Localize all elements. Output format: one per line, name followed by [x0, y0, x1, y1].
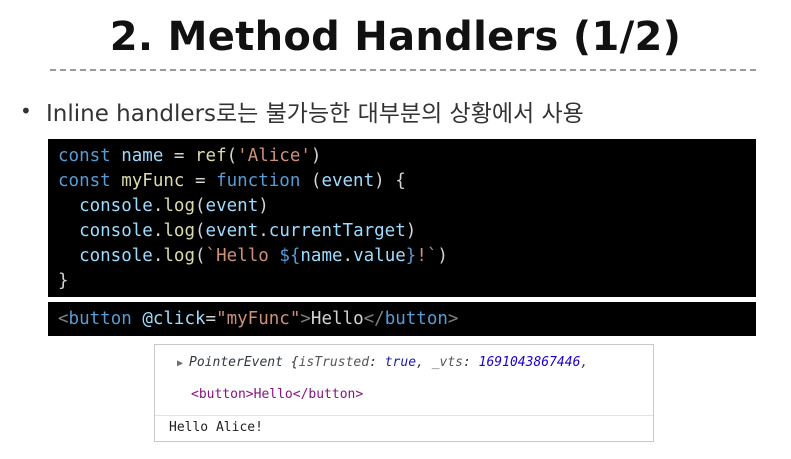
code-line-4: console.log(event.currentTarget)	[58, 219, 746, 244]
code-token: )	[437, 246, 448, 266]
code-token: currentTarget	[268, 221, 406, 241]
console-output-panel: ▶ PointerEvent {isTrusted: true, _vts: 16…	[154, 344, 654, 442]
code-token: )	[310, 146, 322, 166]
console-token: ,	[416, 355, 432, 370]
code-token: =	[205, 309, 217, 329]
code-token: =	[163, 146, 195, 166]
code-token: )	[258, 196, 269, 216]
code-token: 'Alice'	[237, 146, 311, 166]
code-token: value	[353, 246, 406, 266]
code-token: const	[58, 171, 111, 191]
console-token: :	[463, 355, 479, 370]
code-token: event	[205, 221, 259, 241]
expand-triangle-icon[interactable]: ▶	[177, 358, 183, 369]
code-token: log	[163, 246, 195, 266]
code-token: name	[121, 146, 164, 166]
code-token: .	[258, 221, 269, 241]
code-line-1: const name = ref('Alice')	[58, 144, 746, 169]
console-row-text: Hello Alice!	[155, 415, 653, 435]
title-divider	[50, 69, 756, 71]
code-token: event	[321, 171, 375, 191]
code-token: !`	[416, 246, 438, 266]
console-row-event[interactable]: ▶ PointerEvent {isTrusted: true, _vts: 16…	[177, 355, 653, 370]
code-token: .	[152, 246, 164, 266]
script-code-block: const name = ref('Alice') const myFunc = …	[48, 139, 756, 297]
code-token: (	[226, 146, 238, 166]
code-token: button	[384, 309, 448, 329]
console-token: :	[369, 355, 385, 370]
code-token: log	[163, 196, 195, 216]
code-token: @click	[142, 309, 206, 329]
code-token: >	[447, 309, 459, 329]
code-token: >	[300, 309, 311, 329]
code-token: console	[79, 221, 153, 241]
code-line-6: }	[58, 271, 69, 291]
code-token: const	[58, 146, 111, 166]
code-token: ${	[279, 246, 301, 266]
template-code-block: <button @click="myFunc">Hello</button>	[48, 302, 756, 336]
code-token: console	[79, 246, 153, 266]
code-token: name	[300, 246, 343, 266]
code-token: `Hello	[205, 246, 280, 266]
code-token: .	[342, 246, 354, 266]
console-token: true	[384, 355, 417, 370]
code-token: (	[300, 171, 322, 191]
code-token: =	[184, 171, 217, 191]
slide-title: 2. Method Handlers (1/2)	[109, 14, 682, 60]
code-token: function	[216, 171, 301, 191]
code-token: (	[195, 196, 206, 216]
code-token: (	[195, 221, 206, 241]
code-token: Hello	[310, 309, 364, 329]
code-token: </	[363, 309, 385, 329]
console-row-element[interactable]: <button>Hello</button>	[191, 387, 653, 402]
console-token: ,	[580, 355, 589, 370]
console-token: {	[282, 355, 299, 370]
code-token: }	[405, 246, 417, 266]
console-token: PointerEvent	[189, 355, 283, 370]
code-token: ) {	[374, 171, 406, 191]
code-token: .	[152, 196, 164, 216]
code-token: log	[163, 221, 195, 241]
code-token: ref	[195, 146, 227, 166]
code-token: .	[152, 221, 164, 241]
code-token: event	[205, 196, 259, 216]
code-token: <	[58, 309, 69, 329]
code-token: (	[195, 246, 206, 266]
console-token: isTrusted	[298, 355, 370, 370]
bullet-dot-icon: •	[20, 99, 32, 123]
code-line-5: console.log(`Hello ${name.value}!`)	[58, 244, 746, 269]
console-token: 1691043867446	[478, 355, 581, 370]
code-token: "myFunc"	[216, 309, 301, 329]
code-token: console	[79, 196, 153, 216]
console-token: _vts	[431, 355, 463, 370]
code-token: )	[405, 221, 417, 241]
bullet-item: • Inline handlers로는 불가능한 대부분의 상황에서 사용	[20, 96, 584, 127]
code-token: button	[68, 309, 132, 329]
code-line-3: console.log(event)	[58, 194, 746, 219]
code-token: myFunc	[121, 171, 185, 191]
bullet-text: Inline handlers로는 불가능한 대부분의 상황에서 사용	[46, 101, 584, 127]
code-line-2: const myFunc = function (event) {	[58, 169, 746, 194]
